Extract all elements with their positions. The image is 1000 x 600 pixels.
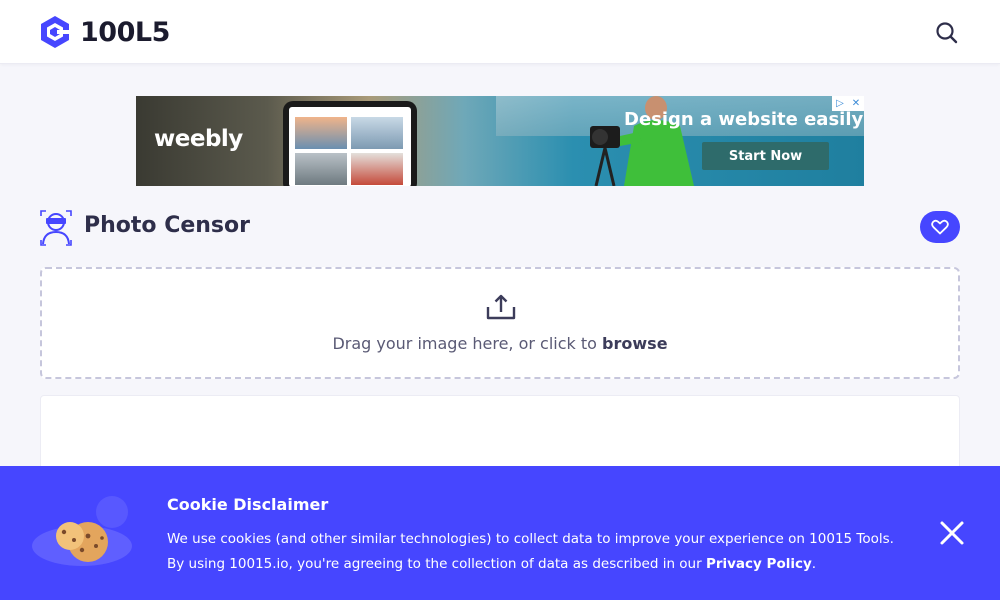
ad-photo-tile [295,117,347,149]
ad-tablet-screen [289,107,411,186]
logo[interactable]: 100L5 [40,14,170,50]
upload-icon [486,294,516,320]
cookie-text-suffix: . [811,556,817,572]
search-button[interactable] [934,20,960,46]
ad-photo-tile [295,153,347,185]
page-title: Photo Censor [84,213,250,238]
ad-photo-tile [351,153,403,185]
search-icon [936,22,958,44]
cookie-title: Cookie Disclaimer [167,495,329,514]
ad-headline: Design a website easily [624,109,864,130]
ad-tablet-image [283,101,417,186]
favorite-button[interactable] [920,211,960,243]
logo-mark-icon [41,16,70,48]
ad-choices[interactable]: ▷ ✕ [832,96,864,111]
cookie-banner: Cookie Disclaimer We use cookies (and ot… [0,466,1000,600]
cookie-icon [32,496,132,566]
cookie-text: We use cookies (and other similar techno… [167,527,907,577]
ad-info-icon[interactable]: ▷ [832,96,848,111]
image-dropzone[interactable]: Drag your image here, or click to browse [40,267,960,379]
logo-text: 100L5 [80,16,170,48]
ad-photo-tile [351,117,403,149]
ad-close-icon[interactable]: ✕ [848,96,864,111]
dropzone-instructions: Drag your image here, or click to [332,334,597,353]
cookie-close-button[interactable] [938,519,966,547]
dropzone-text: Drag your image here, or click to browse [42,334,958,353]
censor-person-icon [40,210,72,246]
top-header: 100L5 [0,0,1000,64]
heart-icon [931,219,949,235]
browse-link[interactable]: browse [602,334,668,353]
privacy-policy-link[interactable]: Privacy Policy [706,556,812,572]
ad-brand: weebly [154,126,243,152]
tool-header: Photo Censor [40,208,960,248]
close-icon [940,521,964,545]
ad-start-now-button[interactable]: Start Now [702,142,829,170]
ad-banner[interactable]: weebly Design a website easily Start Now… [136,96,864,186]
